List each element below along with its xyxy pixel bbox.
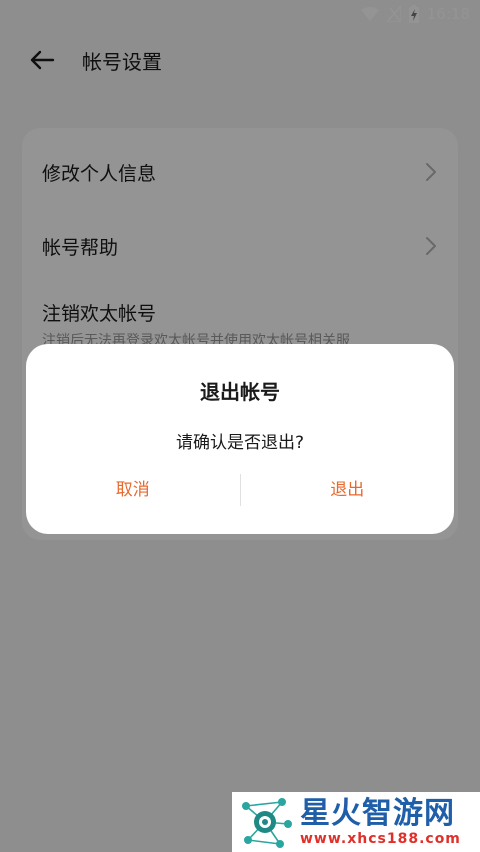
dialog-actions: 取消 退出 [26, 472, 454, 508]
logout-dialog: 退出帐号 请确认是否退出? 取消 退出 [26, 344, 454, 534]
cancel-button[interactable]: 取消 [26, 472, 240, 508]
watermark-text: 星火智游网 www.xhcs188.com [300, 796, 461, 848]
network-logo-icon [242, 798, 292, 848]
watermark-url: www.xhcs188.com [300, 831, 461, 847]
logout-confirm-button[interactable]: 退出 [241, 472, 455, 508]
dialog-title: 退出帐号 [200, 380, 280, 404]
watermark-title: 星火智游网 [300, 796, 455, 831]
dialog-message: 请确认是否退出? [175, 433, 305, 453]
screen: 16:18 帐号设置 修改个人信息 帐号帮助 注销欢太帐号 注销后无法再登录欢太… [0, 0, 480, 852]
watermark: 星火智游网 www.xhcs188.com [232, 792, 480, 852]
